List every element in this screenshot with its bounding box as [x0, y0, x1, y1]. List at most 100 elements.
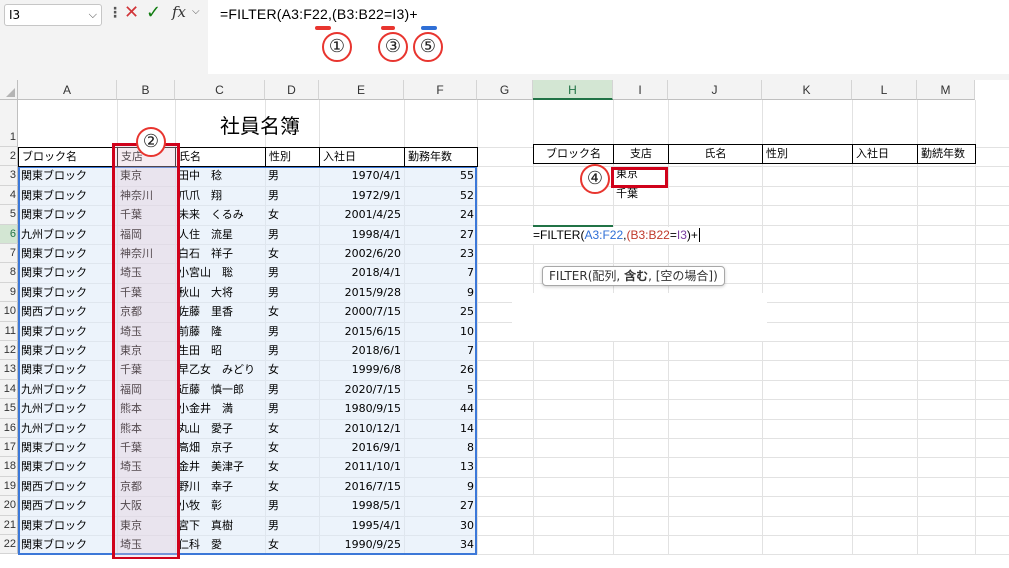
- table-cell[interactable]: 人住 流星: [175, 225, 265, 244]
- table-cell[interactable]: 25: [404, 302, 477, 321]
- table-cell[interactable]: 9: [404, 283, 477, 302]
- table-cell[interactable]: 1990/9/25: [319, 535, 404, 554]
- cell-formula-edit[interactable]: =FILTER(A3:F22,(B3:B22=I3)+: [533, 227, 703, 244]
- table-cell[interactable]: 1970/4/1: [319, 166, 404, 185]
- table-cell[interactable]: 2015/6/15: [319, 322, 404, 341]
- name-box[interactable]: I3 ⌵: [4, 4, 102, 26]
- table-cell[interactable]: 2016/7/15: [319, 477, 404, 496]
- select-all-corner[interactable]: [0, 80, 18, 100]
- table-cell[interactable]: 26: [404, 360, 477, 379]
- table-header-cell[interactable]: 勤務年数: [404, 147, 478, 168]
- table-cell[interactable]: 野川 幸子: [175, 477, 265, 496]
- table-cell[interactable]: 高畑 京子: [175, 438, 265, 457]
- table-cell[interactable]: 関東ブロック: [18, 263, 117, 282]
- table-cell[interactable]: 九州ブロック: [18, 225, 117, 244]
- table-cell[interactable]: 男: [265, 263, 319, 282]
- table-cell[interactable]: 生田 昭: [175, 341, 265, 360]
- table-cell[interactable]: 関東ブロック: [18, 322, 117, 341]
- table-cell[interactable]: 男: [265, 186, 319, 205]
- table-cell[interactable]: 女: [265, 438, 319, 457]
- table-cell[interactable]: 九州ブロック: [18, 380, 117, 399]
- table-cell[interactable]: 丸山 愛子: [175, 419, 265, 438]
- row-header-19[interactable]: 19: [0, 476, 18, 497]
- chevron-down-icon[interactable]: ⌵: [192, 6, 200, 17]
- table-cell[interactable]: 関西ブロック: [18, 496, 117, 515]
- chevron-down-icon[interactable]: ⌵: [89, 5, 97, 25]
- table-cell[interactable]: 女: [265, 419, 319, 438]
- table-cell[interactable]: 小金井 満: [175, 399, 265, 418]
- table-cell[interactable]: 小牧 彰: [175, 496, 265, 515]
- table-cell[interactable]: 9: [404, 477, 477, 496]
- table-cell[interactable]: 7: [404, 263, 477, 282]
- row-header-16[interactable]: 16: [0, 418, 18, 438]
- row-header-18[interactable]: 18: [0, 457, 18, 477]
- table-cell[interactable]: 早乙女 みどり: [175, 360, 265, 379]
- table-cell[interactable]: 関東ブロック: [18, 535, 117, 554]
- row-header-22[interactable]: 22: [0, 535, 18, 555]
- column-header-g[interactable]: G: [477, 80, 533, 100]
- row-header-13[interactable]: 13: [0, 360, 18, 380]
- row-header-12[interactable]: 12: [0, 341, 18, 361]
- row-header-20[interactable]: 20: [0, 496, 18, 516]
- table-cell[interactable]: 男: [265, 341, 319, 360]
- table-cell[interactable]: 男: [265, 225, 319, 244]
- row-header-11[interactable]: 11: [0, 321, 18, 341]
- table-cell[interactable]: 女: [265, 535, 319, 554]
- table-cell[interactable]: 秋山 大将: [175, 283, 265, 302]
- table-cell[interactable]: 2018/4/1: [319, 263, 404, 282]
- column-header-i[interactable]: I: [613, 80, 668, 100]
- table-cell[interactable]: 27: [404, 225, 477, 244]
- row-header-8[interactable]: 8: [0, 263, 18, 283]
- row-header-15[interactable]: 15: [0, 399, 18, 419]
- table-cell[interactable]: 24: [404, 205, 477, 224]
- table-cell[interactable]: 未来 くるみ: [175, 205, 265, 224]
- table-header-cell[interactable]: 性別: [265, 147, 320, 168]
- table-cell[interactable]: 44: [404, 399, 477, 418]
- table-cell[interactable]: 女: [265, 457, 319, 476]
- table-cell[interactable]: 2002/6/20: [319, 244, 404, 263]
- table-cell[interactable]: 2001/4/25: [319, 205, 404, 224]
- table-cell[interactable]: 13: [404, 457, 477, 476]
- table-cell[interactable]: 仁科 愛: [175, 535, 265, 554]
- table-cell[interactable]: 近藤 慎一郎: [175, 380, 265, 399]
- table-cell[interactable]: 52: [404, 186, 477, 205]
- row-header-3[interactable]: 3: [0, 166, 18, 186]
- column-header-a[interactable]: A: [18, 80, 117, 100]
- column-header-k[interactable]: K: [762, 80, 852, 100]
- table-cell[interactable]: 2020/7/15: [319, 380, 404, 399]
- table-cell[interactable]: 1999/6/8: [319, 360, 404, 379]
- column-header-d[interactable]: D: [265, 80, 319, 100]
- row-header-14[interactable]: 14: [0, 379, 18, 400]
- table-cell[interactable]: 小宮山 聡: [175, 263, 265, 282]
- row-header-9[interactable]: 9: [0, 282, 18, 303]
- table-cell[interactable]: 九州ブロック: [18, 399, 117, 418]
- column-header-c[interactable]: C: [175, 80, 265, 100]
- table-cell[interactable]: 男: [265, 380, 319, 399]
- table-cell[interactable]: 男: [265, 322, 319, 341]
- table-cell[interactable]: 佐藤 里香: [175, 302, 265, 321]
- table-cell[interactable]: 23: [404, 244, 477, 263]
- table-cell[interactable]: 1998/4/1: [319, 225, 404, 244]
- column-header-j[interactable]: J: [668, 80, 762, 100]
- table-cell[interactable]: 女: [265, 302, 319, 321]
- table-cell[interactable]: 2018/6/1: [319, 341, 404, 360]
- row-header-17[interactable]: 17: [0, 438, 18, 458]
- table-cell[interactable]: 女: [265, 477, 319, 496]
- row-header-7[interactable]: 7: [0, 244, 18, 264]
- criteria-header-cell[interactable]: 性別: [762, 144, 853, 165]
- column-header-b[interactable]: B: [117, 80, 175, 100]
- table-cell[interactable]: 男: [265, 516, 319, 535]
- column-header-f[interactable]: F: [404, 80, 477, 100]
- table-cell[interactable]: 55: [404, 166, 477, 185]
- table-cell[interactable]: 女: [265, 205, 319, 224]
- tooltip-arg-if-empty[interactable]: [空の場合]: [656, 269, 713, 283]
- table-cell[interactable]: 2011/10/1: [319, 457, 404, 476]
- row-header-6[interactable]: 6: [0, 224, 18, 244]
- table-cell[interactable]: 34: [404, 535, 477, 554]
- function-tooltip[interactable]: FILTER(配列, 含む, [空の場合]): [542, 266, 725, 286]
- row-header-10[interactable]: 10: [0, 302, 18, 322]
- table-cell[interactable]: 関東ブロック: [18, 166, 117, 185]
- tooltip-arg-array[interactable]: 配列: [592, 269, 616, 283]
- table-cell[interactable]: 九州ブロック: [18, 419, 117, 438]
- criteria-header-cell[interactable]: 勤続年数: [917, 144, 976, 165]
